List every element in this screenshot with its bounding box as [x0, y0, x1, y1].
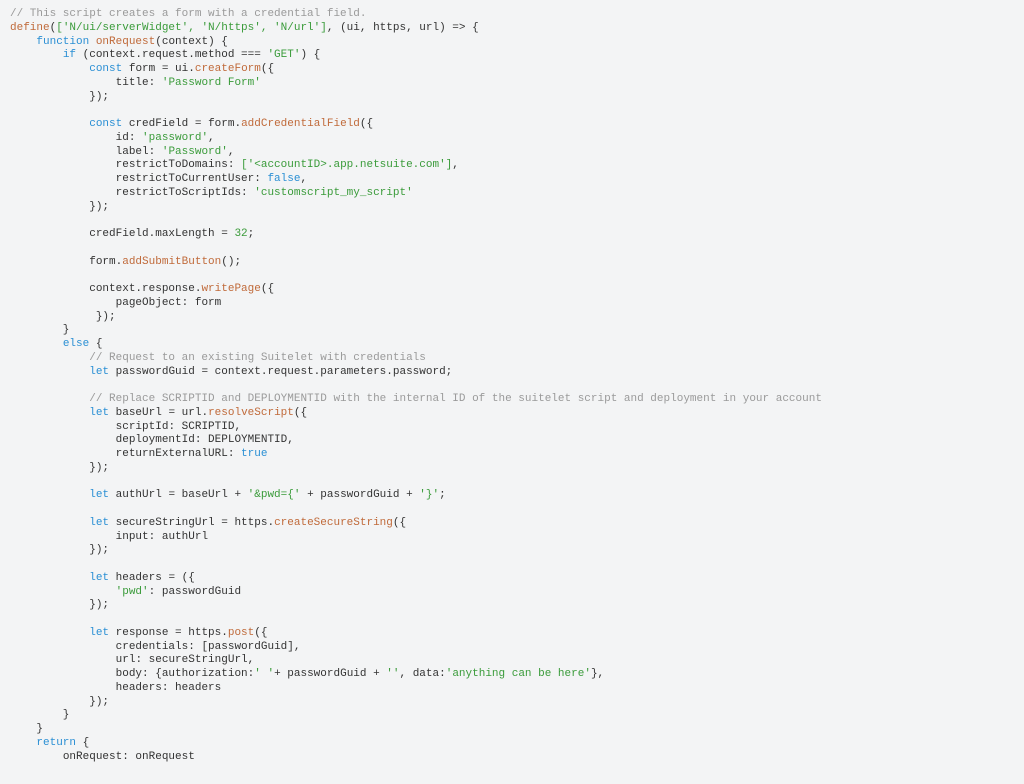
code-block: // This script creates a form with a cre…	[0, 0, 1024, 784]
code-comment: // This script creates a form with a cre…	[10, 8, 366, 20]
